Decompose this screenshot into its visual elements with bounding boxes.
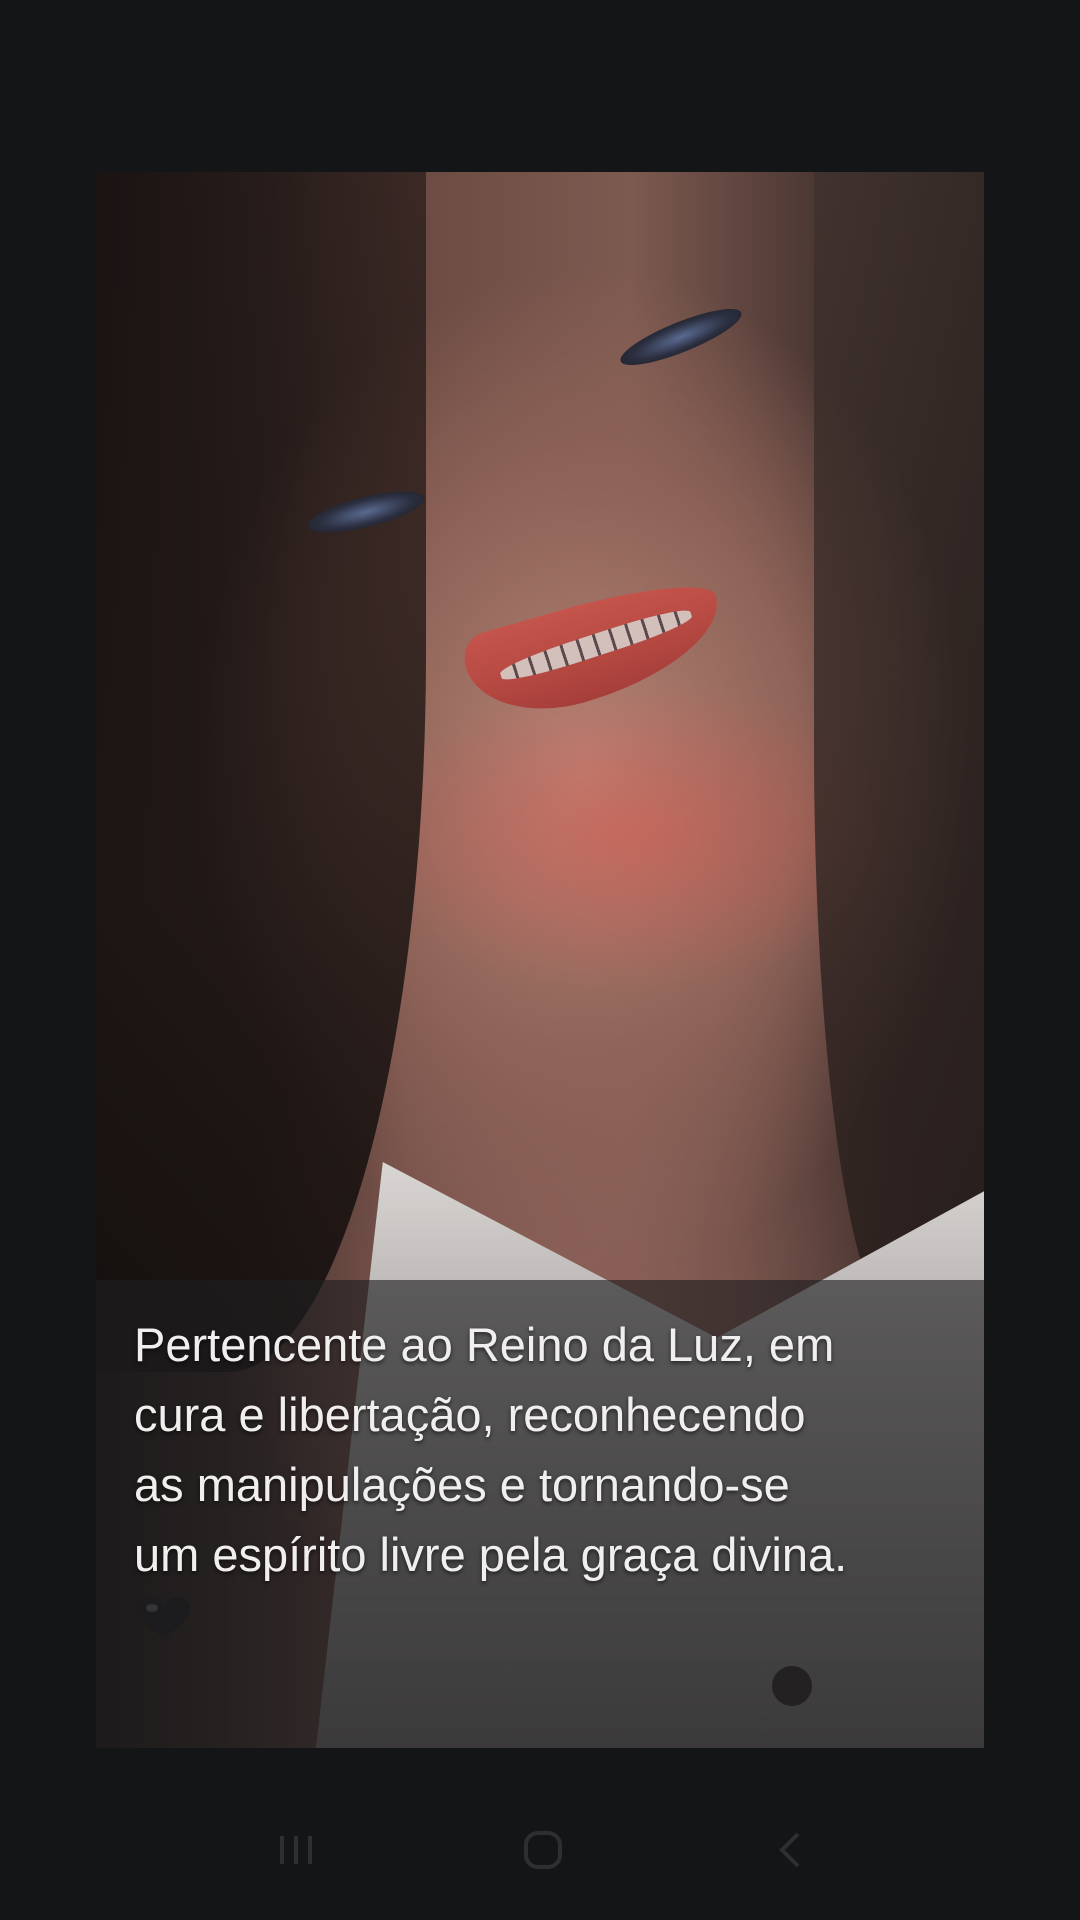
recents-button[interactable] bbox=[236, 1810, 356, 1890]
photo-eye-right bbox=[615, 298, 747, 376]
caption-line-3: as manipulações e tornando-se bbox=[134, 1458, 790, 1511]
home-icon bbox=[524, 1831, 562, 1869]
back-button[interactable] bbox=[730, 1810, 850, 1890]
home-button[interactable] bbox=[483, 1810, 603, 1890]
story-card[interactable]: Pertencente ao Reino da Luz, em cura e li… bbox=[96, 172, 984, 1748]
caption-line-1: Pertencente ao Reino da Luz, em bbox=[134, 1318, 835, 1371]
caption-line-2: cura e libertação, reconhecendo bbox=[134, 1388, 806, 1441]
photo-hair-left bbox=[96, 172, 426, 1372]
navigation-bar bbox=[0, 1780, 1080, 1920]
black-heart-icon bbox=[138, 1597, 190, 1638]
caption-line-4: um espírito livre pela graça divina. bbox=[134, 1528, 848, 1581]
story-caption: Pertencente ao Reino da Luz, em cura e li… bbox=[134, 1310, 964, 1590]
photo-hair-right bbox=[814, 172, 984, 1322]
recents-icon bbox=[280, 1836, 312, 1864]
back-icon bbox=[779, 1832, 800, 1868]
story-viewer-screen: Pertencente ao Reino da Luz, em cura e li… bbox=[0, 0, 1080, 1920]
